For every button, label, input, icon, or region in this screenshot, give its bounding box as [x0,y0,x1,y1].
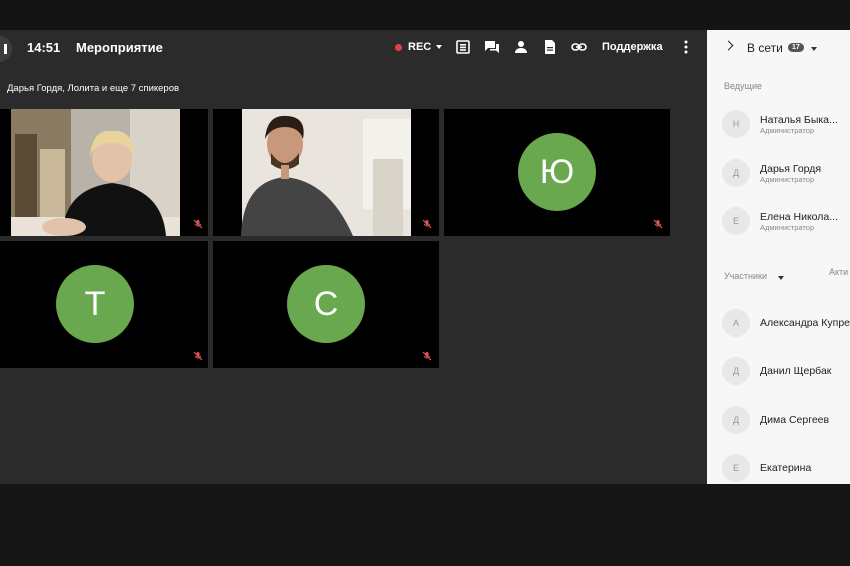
person-name: Екатерина [760,462,812,474]
mic-off-icon [422,219,432,229]
more-options-icon[interactable] [678,39,694,55]
chevron-down-icon[interactable] [811,47,817,51]
video-frame [241,109,411,236]
poll-icon[interactable] [455,39,471,55]
avatar: Д [722,159,750,187]
collapse-button[interactable] [0,36,12,62]
host-list-item[interactable]: Н Наталья Быка... Администратор [722,110,850,140]
record-button[interactable]: REC [395,41,443,53]
online-count-badge: 17 [788,43,804,52]
person-name: Елена Никола... [760,211,839,223]
chevron-down-icon[interactable] [778,276,784,280]
participant-tile-t[interactable]: Т [0,241,208,368]
person-role: Администратор [760,175,815,184]
avatar: Е [722,454,750,482]
avatar: Д [722,357,750,385]
chat-icon[interactable] [484,39,500,55]
host-list-item[interactable]: Д Дарья Гордя Администратор [722,159,850,189]
mic-off-icon [193,351,203,361]
person-name: Данил Щербак [760,365,832,377]
avatar: А [722,309,750,337]
avatar: С [287,265,365,343]
conference-main-area: 14:51 Мероприятие REC Поддержка Дарья Го… [0,30,707,484]
record-label: REC [408,41,432,53]
support-button[interactable]: Поддержка [602,41,663,53]
top-band [0,0,850,30]
person-name: Наталья Быка... [760,114,838,126]
clock: 14:51 [27,40,61,55]
chevron-right-icon[interactable] [723,40,734,51]
avatar: Ю [518,133,596,211]
mic-off-icon [653,219,663,229]
person-name: Дарья Гордя [760,163,822,175]
mic-off-icon [193,219,203,229]
participant-list-item[interactable]: Е Екатерина [722,454,850,484]
person-name: Александра Купре [760,317,850,329]
collapse-icon [4,44,7,54]
participant-list-item[interactable]: А Александра Купре [722,309,850,339]
active-label[interactable]: Акти [829,267,848,277]
sidebar-title[interactable]: В сети [747,41,783,55]
chevron-down-icon [436,45,443,49]
participant-tile-yu[interactable]: Ю [444,109,670,236]
document-icon[interactable] [542,39,558,55]
participant-video-man[interactable] [213,109,439,236]
participant-tile-s[interactable]: С [213,241,439,368]
avatar: Н [722,110,750,138]
avatar: Е [722,207,750,235]
video-frame [11,109,180,236]
hosts-section-label: Ведущие [724,81,762,91]
bottom-band [0,484,850,566]
record-dot-icon [395,43,402,51]
participants-sidebar: В сети 17 Ведущие Н Наталья Быка... Адми… [707,30,850,484]
participants-icon[interactable] [513,39,529,55]
mic-off-icon [422,351,432,361]
participant-list-item[interactable]: Д Данил Щербак [722,357,850,387]
active-speakers-label: Дарья Гордя, Лолита и еще 7 спикеров [7,83,180,94]
person-role: Администратор [760,126,815,135]
avatar: Д [722,406,750,434]
person-role: Администратор [760,223,815,232]
participant-list-item[interactable]: Д Дима Сергеев [722,406,850,436]
participant-video-woman[interactable] [0,109,208,236]
avatar: Т [56,265,134,343]
link-icon[interactable] [571,39,587,55]
event-title: Мероприятие [76,40,163,55]
person-name: Дима Сергеев [760,414,830,426]
participants-section-label[interactable]: Участники [724,271,767,281]
host-list-item[interactable]: Е Елена Никола... Администратор [722,207,850,237]
